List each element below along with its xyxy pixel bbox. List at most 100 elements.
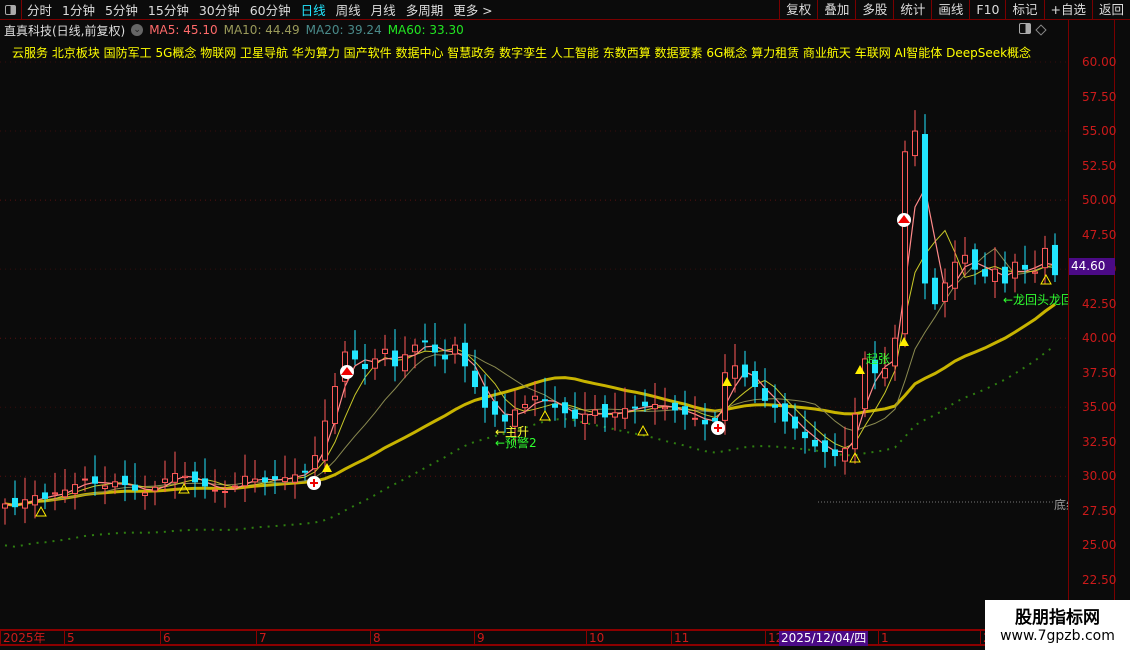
candle-body xyxy=(582,413,588,424)
candle-body xyxy=(912,130,918,157)
price-tick: 37.50 xyxy=(1082,365,1117,380)
candle-body xyxy=(82,478,88,481)
annotation-yujing: ←预警2 xyxy=(495,436,537,450)
candle-body xyxy=(772,404,778,408)
candle-body xyxy=(572,409,578,419)
candle-body xyxy=(672,402,678,411)
candle-body xyxy=(1042,247,1048,269)
date-axis: 21121110987652025年 2025/12/04/四 xyxy=(0,629,1068,646)
candle-body xyxy=(842,448,848,462)
watermark-name: 股朋指标网 xyxy=(1015,608,1100,628)
candle-body xyxy=(1052,244,1058,276)
ma20-line xyxy=(4,247,1056,506)
annotation-dixian: 底线 xyxy=(1054,498,1068,512)
candle-body xyxy=(932,277,938,305)
candle-body xyxy=(172,473,178,483)
candle-body xyxy=(402,354,408,372)
candle-body xyxy=(312,455,318,470)
candle-body xyxy=(332,386,338,424)
candle-body xyxy=(962,254,968,264)
date-tick: 11 xyxy=(671,631,689,646)
candle-body xyxy=(152,486,158,492)
candle-body xyxy=(752,371,758,388)
candle-body xyxy=(292,474,298,483)
candle-body xyxy=(622,408,628,419)
candle-body xyxy=(832,449,838,457)
candle-body xyxy=(522,403,528,409)
outline-triangle-icon xyxy=(637,424,649,436)
price-tick: 60.00 xyxy=(1082,55,1117,69)
candle-body xyxy=(642,401,648,407)
candle-body xyxy=(252,478,258,483)
candle-body xyxy=(222,490,228,493)
candle-body xyxy=(532,395,538,401)
candle-body xyxy=(362,363,368,370)
candle-body xyxy=(882,368,888,379)
candle-body xyxy=(922,134,928,284)
candle-body xyxy=(162,478,168,483)
candle-body xyxy=(812,439,818,447)
candle-body xyxy=(562,402,568,414)
candle-body xyxy=(322,420,328,461)
candle-body xyxy=(542,399,548,402)
candle-body xyxy=(12,497,18,508)
candle-body xyxy=(552,403,558,408)
last-price-label: 44.60 xyxy=(1069,258,1115,275)
price-tick: 57.50 xyxy=(1082,89,1117,104)
candle-body xyxy=(612,412,618,418)
price-tick: 42.50 xyxy=(1082,296,1117,311)
candle-body xyxy=(142,492,148,496)
candlestick-chart[interactable] xyxy=(0,0,1068,628)
date-tick: 7 xyxy=(256,631,267,646)
candle-body xyxy=(302,470,308,473)
price-tick: 22.50 xyxy=(1082,572,1117,587)
date-tick: 10 xyxy=(586,631,604,646)
candle-body xyxy=(942,282,948,302)
candle-body xyxy=(412,344,418,353)
candle-body xyxy=(462,342,468,367)
candle-body xyxy=(102,485,108,490)
candle-body xyxy=(1012,261,1018,279)
candle-body xyxy=(72,484,78,495)
candle-body xyxy=(852,413,858,450)
candle-body xyxy=(702,419,708,425)
price-tick: 25.00 xyxy=(1082,538,1117,553)
candle-body xyxy=(902,151,908,335)
candle-body xyxy=(692,417,698,420)
candle-body xyxy=(432,344,438,353)
candle-body xyxy=(662,406,668,410)
date-tick: 8 xyxy=(370,631,381,646)
candle-body xyxy=(712,417,718,422)
candle-body xyxy=(212,489,218,492)
candle-body xyxy=(52,492,58,495)
candle-body xyxy=(492,401,498,415)
candle-body xyxy=(972,249,978,270)
watermark: 股朋指标网 www.7gpzb.com xyxy=(985,600,1130,650)
candle-body xyxy=(732,365,738,379)
toolbar-button[interactable]: 返回 xyxy=(1091,0,1130,20)
price-tick: 47.50 xyxy=(1082,227,1117,242)
candle-body xyxy=(822,440,828,452)
candle-body xyxy=(22,499,28,509)
date-tick: 9 xyxy=(474,631,485,646)
candle-body xyxy=(382,348,388,354)
candle-body xyxy=(182,475,188,479)
cursor-date-label: 2025/12/04/四 xyxy=(779,631,869,646)
candle-body xyxy=(242,475,248,487)
candle-body xyxy=(792,416,798,429)
candle-body xyxy=(652,403,658,410)
ma60-line xyxy=(4,303,1056,507)
candle-body xyxy=(632,406,638,409)
candle-body xyxy=(122,475,128,486)
candle-body xyxy=(392,350,398,367)
outline-triangle-icon xyxy=(539,409,551,421)
candle-body xyxy=(32,495,38,506)
candle-body xyxy=(892,337,898,367)
candle-body xyxy=(352,350,358,360)
price-tick: 27.50 xyxy=(1082,503,1117,518)
candle-body xyxy=(482,386,488,408)
candle-body xyxy=(1002,266,1008,284)
price-tick: 52.50 xyxy=(1082,158,1117,173)
candle-body xyxy=(472,370,478,388)
date-tick: 5 xyxy=(64,631,75,646)
